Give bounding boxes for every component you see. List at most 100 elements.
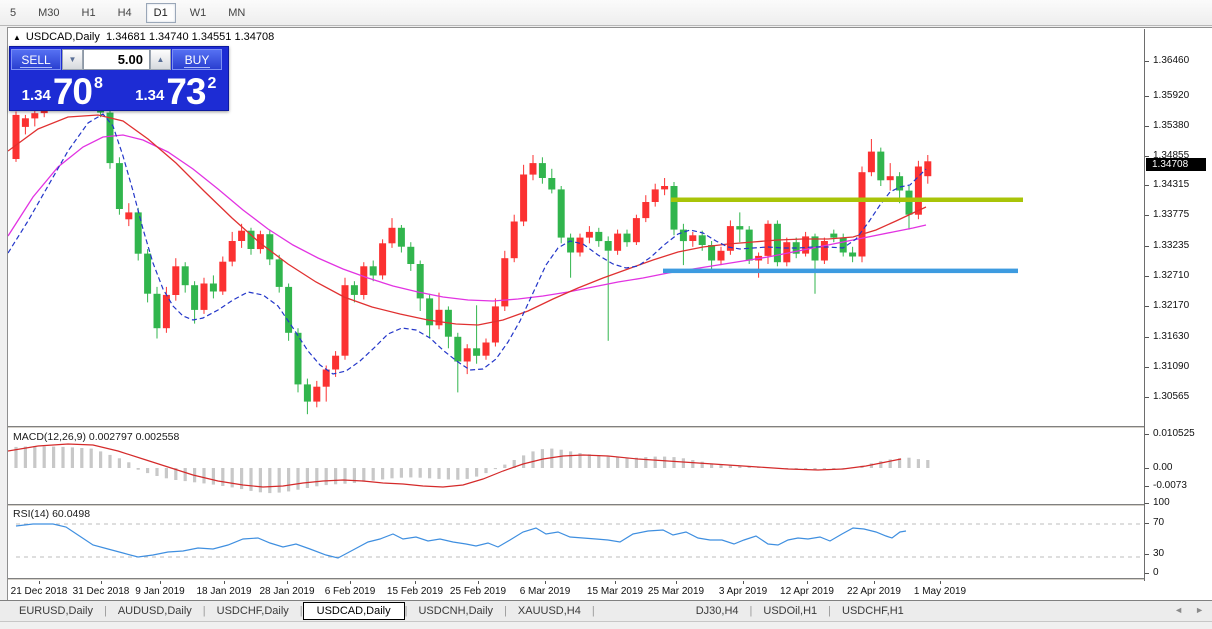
candle — [595, 227, 603, 247]
tab-dj30-h4[interactable]: DJ30,H4 — [685, 603, 750, 619]
macd-histogram-bar — [89, 448, 93, 468]
tab-usdchf-h1[interactable]: USDCHF,H1 — [831, 603, 915, 619]
tab-scroll-left-icon[interactable]: ◄ — [1174, 605, 1183, 615]
candle — [181, 262, 189, 293]
macd-histogram-bar — [409, 468, 413, 478]
candle — [388, 218, 396, 248]
price-axis-label: 1.30565 — [1153, 391, 1190, 402]
macd-axis-label-tick — [1145, 434, 1149, 435]
macd-histogram-bar — [315, 468, 319, 487]
buy-price[interactable]: 1.34 73 2 — [124, 72, 229, 110]
macd-histogram-bar — [277, 468, 281, 493]
timeframe-button-h1[interactable]: H1 — [74, 3, 104, 23]
time-axis-tick — [224, 581, 225, 584]
sell-price-point: 8 — [93, 75, 103, 92]
macd-histogram-bar — [33, 446, 37, 468]
macd-histogram-bar — [296, 468, 300, 490]
candle — [679, 223, 687, 266]
timeframe-button-5[interactable]: 5 — [2, 3, 24, 23]
macd-histogram-bar — [399, 468, 403, 478]
candle — [266, 229, 274, 266]
tab-usdcnh-daily[interactable]: USDCNH,Daily — [407, 603, 504, 619]
sell-price[interactable]: 1.34 70 8 — [10, 72, 115, 110]
timeframe-button-m30[interactable]: M30 — [30, 3, 67, 23]
tab-usdoil-h1[interactable]: USDOil,H1 — [752, 603, 828, 619]
timeframe-button-d1[interactable]: D1 — [145, 2, 176, 23]
macd-histogram-bar — [230, 468, 234, 488]
candle — [369, 260, 377, 282]
macd-histogram-bar — [240, 468, 244, 490]
candle — [661, 178, 669, 196]
time-axis-tick — [545, 581, 546, 584]
candle — [125, 203, 133, 227]
candle — [820, 237, 828, 264]
timeframe-button-mn[interactable]: MN — [220, 3, 253, 23]
candle — [670, 182, 678, 236]
macd-histogram-bar — [672, 457, 676, 468]
candle — [303, 378, 311, 415]
tab-xauusd-h4[interactable]: XAUUSD,H4 — [507, 603, 592, 619]
time-axis-tick — [101, 581, 102, 584]
sell-button[interactable]: SELL — [11, 49, 61, 70]
resistance-line[interactable] — [671, 197, 1023, 203]
price-axis-label-tick — [1145, 246, 1149, 247]
candle — [416, 260, 424, 311]
price-axis-label: 1.32710 — [1153, 270, 1190, 281]
tab-scroll-right-icon[interactable]: ► — [1195, 605, 1204, 615]
rsi-axis-label-tick — [1145, 523, 1149, 524]
price-axis[interactable]: 1.36460 1.35920 1.35380 1.34855 1.34315 1.337… — [1144, 29, 1212, 581]
candle — [172, 258, 180, 301]
buy-price-base: 1.34 — [135, 87, 165, 104]
timeframe-button-h4[interactable]: H4 — [110, 3, 140, 23]
time-axis-label: 25 Feb 2019 — [449, 586, 507, 597]
volume-decrease-button[interactable]: ▼ — [62, 49, 83, 70]
time-axis-tick — [287, 581, 288, 584]
candle — [275, 254, 283, 293]
macd-histogram-bar — [653, 456, 657, 468]
candle — [247, 227, 255, 255]
time-axis[interactable]: 21 Dec 2018 31 Dec 2018 9 Jan 2019 18 Jan 2… — [8, 581, 1212, 601]
chart-window[interactable]: ▲ USDCAD,Daily 1.34681 1.34740 1.34551 1.… — [7, 27, 1212, 601]
macd-histogram-bar — [569, 451, 573, 468]
candle — [736, 212, 744, 243]
candle — [294, 328, 302, 393]
candle — [811, 233, 819, 294]
macd-histogram-bar — [305, 468, 309, 488]
timeframe-button-w1[interactable]: W1 — [182, 3, 215, 23]
sell-price-pips: 70 — [52, 70, 93, 112]
volume-input[interactable] — [83, 49, 150, 70]
candle — [360, 262, 368, 300]
price-axis-label-tick — [1145, 156, 1149, 157]
support-line[interactable] — [663, 268, 1018, 274]
candle — [454, 332, 462, 393]
macd-histogram-bar — [428, 468, 432, 479]
splitter-price-macd[interactable] — [8, 426, 1212, 429]
splitter-macd-rsi[interactable] — [8, 504, 1212, 507]
macd-histogram-bar — [916, 459, 920, 468]
macd-histogram-bar — [155, 468, 159, 476]
time-axis-label: 21 Dec 2018 — [10, 586, 68, 597]
macd-histogram-bar — [663, 456, 667, 468]
macd-histogram-bar — [597, 455, 601, 468]
price-axis-label: 1.33775 — [1153, 209, 1190, 220]
volume-increase-button[interactable]: ▲ — [150, 49, 171, 70]
candle — [529, 155, 537, 181]
time-axis-tick — [940, 581, 941, 584]
time-axis-tick — [807, 581, 808, 584]
time-axis-label: 1 May 2019 — [913, 586, 967, 597]
tab-audusd-daily[interactable]: AUDUSD,Daily — [107, 603, 203, 619]
candle — [642, 195, 650, 223]
buy-button[interactable]: BUY — [172, 49, 222, 70]
macd-histogram-bar — [343, 468, 347, 484]
rsi-pane[interactable] — [8, 506, 1144, 578]
macd-histogram-bar — [691, 460, 695, 468]
macd-axis-label: 0.010525 — [1153, 428, 1195, 439]
tab-usdchf-daily[interactable]: USDCHF,Daily — [206, 603, 300, 619]
tab-eurusd-daily[interactable]: EURUSD,Daily — [8, 603, 104, 619]
tab-usdcad-daily[interactable]: USDCAD,Daily — [302, 601, 405, 620]
macd-histogram-bar — [606, 456, 610, 468]
rsi-axis-label: 30 — [1153, 548, 1165, 559]
candle — [144, 249, 152, 303]
macd-histogram-bar — [211, 468, 215, 485]
tab-scroll-controls: ◄ ► — [1174, 605, 1204, 615]
